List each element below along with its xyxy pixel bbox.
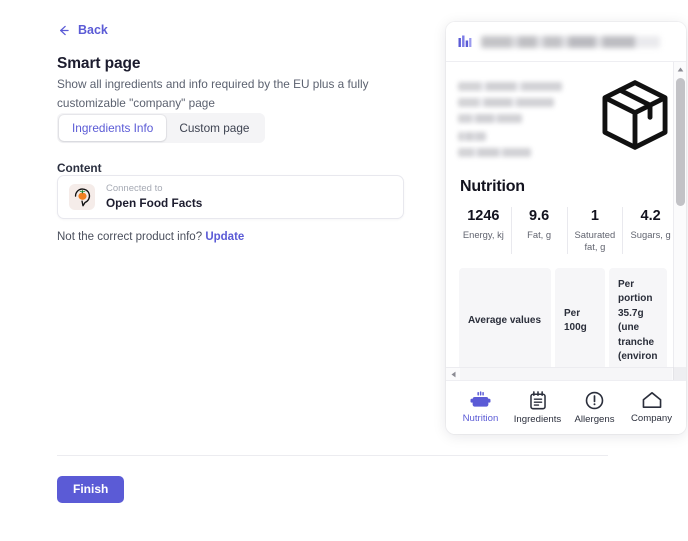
- open-food-facts-logo: [69, 184, 95, 210]
- fact-label: Fat, g: [527, 228, 552, 240]
- table-header-cell: Per portion 35.7g (une tranche (environ: [609, 267, 667, 375]
- preview-tab-ingredients[interactable]: Ingredients: [513, 390, 562, 425]
- nutrition-fact: 1246 Energy, kj: [456, 207, 511, 254]
- preview-tab-allergens[interactable]: Allergens: [571, 391, 619, 425]
- preview-product-title-redacted: [481, 35, 660, 48]
- nutrition-table-header-row: Average values Per 100g Per portion 35.7…: [446, 254, 686, 375]
- fact-value: 1: [590, 208, 599, 224]
- preview-body: Nutrition 1246 Energy, kj 9.6 Fat, g 1 S…: [446, 62, 686, 380]
- settings-panel: Back Smart page Show all ingredients and…: [0, 0, 608, 541]
- page-subtitle: Show all ingredients and info required b…: [57, 77, 369, 111]
- nutrition-fact: 4.2 Sugars, g: [622, 207, 678, 254]
- preview-tab-company[interactable]: Company: [628, 391, 676, 424]
- connected-source-card[interactable]: Connected to Open Food Facts: [57, 175, 404, 219]
- tab-label: Company: [630, 413, 673, 424]
- fact-label: Saturated fat, g: [574, 228, 616, 253]
- tab-ingredients-info[interactable]: Ingredients Info: [59, 115, 167, 141]
- arrow-left-icon: [60, 25, 69, 35]
- finish-button[interactable]: Finish: [57, 476, 125, 503]
- home-icon: [642, 392, 661, 408]
- tab-label: Nutrition: [462, 413, 499, 424]
- brand-bars-logo: [458, 35, 472, 47]
- fact-value: 4.2: [640, 208, 661, 224]
- connected-to-label: Connected to: [106, 183, 163, 195]
- horizontal-scroll-track[interactable]: [460, 367, 672, 380]
- preview-horizontal-scrollbar[interactable]: [446, 367, 686, 380]
- preview-hero: [446, 62, 686, 164]
- tab-label: Allergens: [574, 413, 615, 425]
- preview-tab-bar: Nutrition Ingredients Allergens Company: [446, 380, 686, 434]
- pot-icon: [470, 391, 491, 407]
- page-title: Smart page: [57, 55, 141, 72]
- nutrition-fact: 9.6 Fat, g: [510, 207, 567, 254]
- preview-description-redacted: [458, 76, 562, 164]
- fact-value: 9.6: [529, 208, 550, 224]
- product-info-prompt: Not the correct product info? Update: [57, 231, 244, 243]
- package-box-icon: [602, 80, 668, 150]
- table-header-cell: Per 100g: [555, 267, 605, 375]
- back-link[interactable]: Back: [57, 23, 108, 37]
- preview-header: [446, 22, 686, 62]
- update-link[interactable]: Update: [205, 231, 244, 243]
- mobile-preview-panel: Nutrition 1246 Energy, kj 9.6 Fat, g 1 S…: [446, 22, 686, 434]
- scroll-up-arrow[interactable]: [674, 62, 686, 76]
- tab-custom-page[interactable]: Custom page: [166, 115, 262, 141]
- exclamation-circle-icon: [585, 391, 604, 409]
- nutrition-facts-row: 1246 Energy, kj 9.6 Fat, g 1 Saturated f…: [446, 196, 686, 254]
- nutrition-heading: Nutrition: [460, 178, 525, 195]
- footer-divider: [57, 455, 608, 456]
- nutrition-fact: 1 Saturated fat, g: [566, 207, 623, 254]
- preview-vertical-scrollbar[interactable]: [673, 62, 686, 380]
- source-name: Open Food Facts: [106, 195, 203, 210]
- scroll-left-arrow[interactable]: [446, 368, 460, 381]
- tab-label: Ingredients: [513, 413, 562, 425]
- table-header-cell: Average values: [459, 267, 551, 375]
- preview-tab-nutrition[interactable]: Nutrition: [457, 391, 505, 424]
- vertical-scroll-thumb[interactable]: [676, 78, 685, 206]
- notepad-icon: [529, 390, 546, 409]
- fact-value: 1246: [467, 208, 500, 224]
- prompt-text: Not the correct product info?: [57, 231, 203, 243]
- scrollbar-corner: [673, 367, 686, 380]
- segmented-control: Ingredients Info Custom page: [57, 113, 265, 143]
- fact-label: Energy, kj: [462, 228, 504, 240]
- content-section-label: Content: [57, 161, 102, 175]
- fact-label: Sugars, g: [630, 228, 671, 240]
- back-label: Back: [78, 23, 108, 37]
- app-root: Back Smart page Show all ingredients and…: [0, 0, 688, 541]
